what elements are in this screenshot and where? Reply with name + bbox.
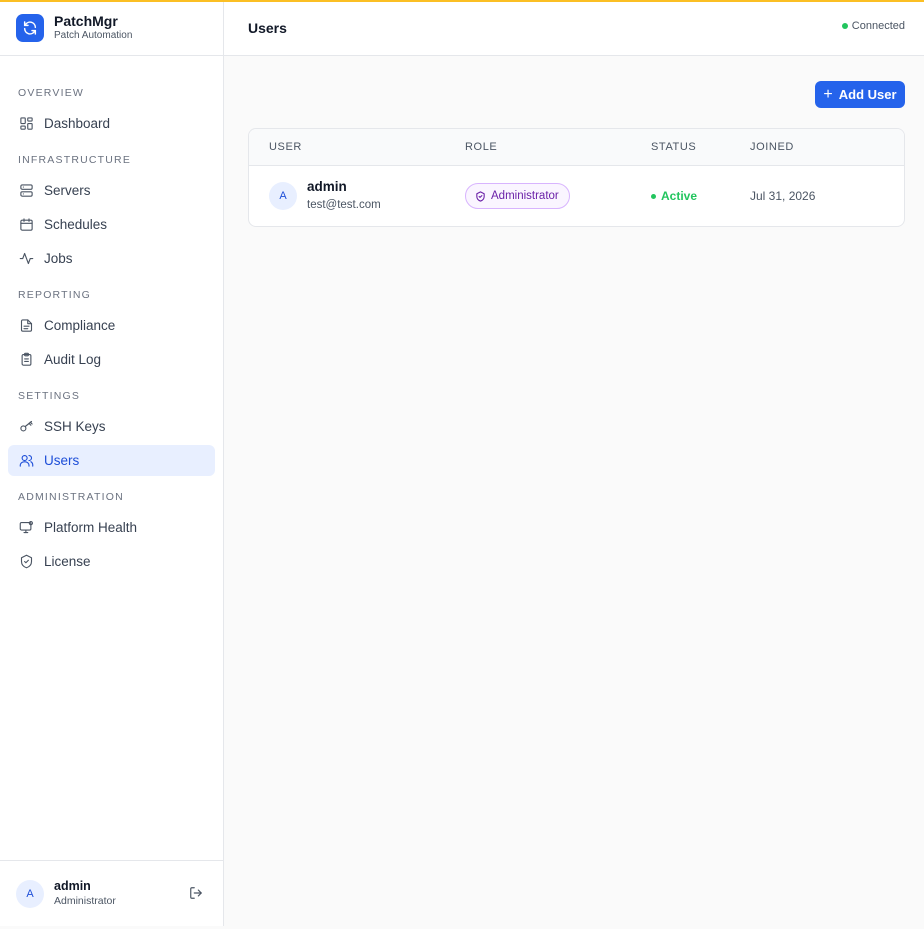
avatar: A (16, 879, 44, 908)
monitor-icon (18, 520, 34, 536)
column-header-role[interactable]: ROLE (465, 141, 497, 153)
status-dot-icon (841, 23, 848, 29)
shield-icon (475, 190, 486, 202)
logout-icon[interactable] (189, 886, 203, 900)
add-user-label: Add User (838, 87, 897, 102)
sidebar-item-label: Servers (44, 183, 91, 198)
plus-icon: + (823, 85, 833, 103)
sidebar-item-label: Users (44, 453, 80, 468)
calendar-icon (18, 217, 34, 233)
brand-name: PatchMgr (54, 13, 118, 29)
sidebar-item-label: SSH Keys (44, 419, 106, 434)
sidebar-item-label: License (44, 554, 91, 569)
sidebar-item-label: Schedules (44, 217, 108, 232)
status-label: Active (661, 189, 698, 203)
page-title: Users (248, 19, 287, 36)
top-accent-line (0, 0, 924, 2)
column-header-joined[interactable]: JOINED (750, 141, 794, 153)
table-header: USER ROLE STATUS JOINED (249, 129, 904, 166)
add-user-button[interactable]: + Add User (815, 81, 905, 108)
current-user-name: admin (54, 879, 91, 893)
sidebar-item-platform-health[interactable]: Platform Health (8, 512, 215, 543)
joined-date: Jul 31, 2026 (750, 189, 816, 203)
section-label-overview: OVERVIEW (18, 87, 85, 99)
current-user-role: Administrator (54, 895, 116, 907)
sidebar-nav: OVERVIEW Dashboard INFRASTRUCTURE Server… (0, 56, 223, 577)
section-label-settings: SETTINGS (18, 390, 81, 402)
shield-check-icon (18, 554, 34, 570)
sidebar-item-label: Compliance (44, 318, 116, 333)
users-icon (18, 453, 34, 469)
role-badge: Administrator (465, 183, 570, 209)
avatar: A (269, 182, 297, 210)
sidebar-item-dashboard[interactable]: Dashboard (8, 108, 215, 139)
column-header-user[interactable]: USER (269, 141, 302, 153)
section-label-reporting: REPORTING (18, 289, 92, 301)
sidebar-item-users[interactable]: Users (8, 445, 215, 476)
brand: PatchMgr Patch Automation (0, 0, 223, 56)
column-header-status[interactable]: STATUS (651, 141, 696, 153)
sidebar-item-ssh-keys[interactable]: SSH Keys (8, 411, 215, 442)
dashboard-icon (18, 116, 34, 132)
connection-status: Connected (841, 20, 905, 32)
sidebar-item-label: Dashboard (44, 116, 111, 131)
users-table: USER ROLE STATUS JOINED A admin test@tes… (248, 128, 905, 227)
activity-icon (18, 251, 34, 267)
connection-status-label: Connected (851, 20, 905, 32)
section-label-infrastructure: INFRASTRUCTURE (18, 154, 132, 166)
key-icon (18, 419, 34, 435)
section-label-administration: ADMINISTRATION (18, 491, 124, 503)
sidebar-item-label: Platform Health (44, 520, 138, 535)
document-icon (18, 318, 34, 334)
status-badge: Active (651, 189, 697, 203)
sidebar-item-schedules[interactable]: Schedules (8, 209, 215, 240)
sidebar-item-servers[interactable]: Servers (8, 175, 215, 206)
sidebar-item-audit-log[interactable]: Audit Log (8, 344, 215, 375)
refresh-icon (16, 13, 44, 42)
sidebar-item-license[interactable]: License (8, 546, 215, 577)
page-header: Users Connected (224, 0, 924, 56)
sidebar-item-label: Jobs (44, 251, 73, 266)
sidebar-footer: A admin Administrator (0, 860, 223, 926)
clipboard-icon (18, 352, 34, 368)
role-label: Administrator (491, 190, 559, 202)
sidebar: PatchMgr Patch Automation OVERVIEW Dashb… (0, 0, 224, 926)
table-row[interactable]: A admin test@test.com Administrator Acti… (249, 166, 904, 226)
user-name: admin (307, 179, 347, 194)
status-dot-icon (651, 193, 656, 199)
sidebar-item-label: Audit Log (44, 352, 102, 367)
sidebar-item-compliance[interactable]: Compliance (8, 310, 215, 341)
server-icon (18, 183, 34, 199)
sidebar-item-jobs[interactable]: Jobs (8, 243, 215, 274)
brand-subtitle: Patch Automation (54, 30, 133, 41)
user-email: test@test.com (307, 199, 381, 211)
